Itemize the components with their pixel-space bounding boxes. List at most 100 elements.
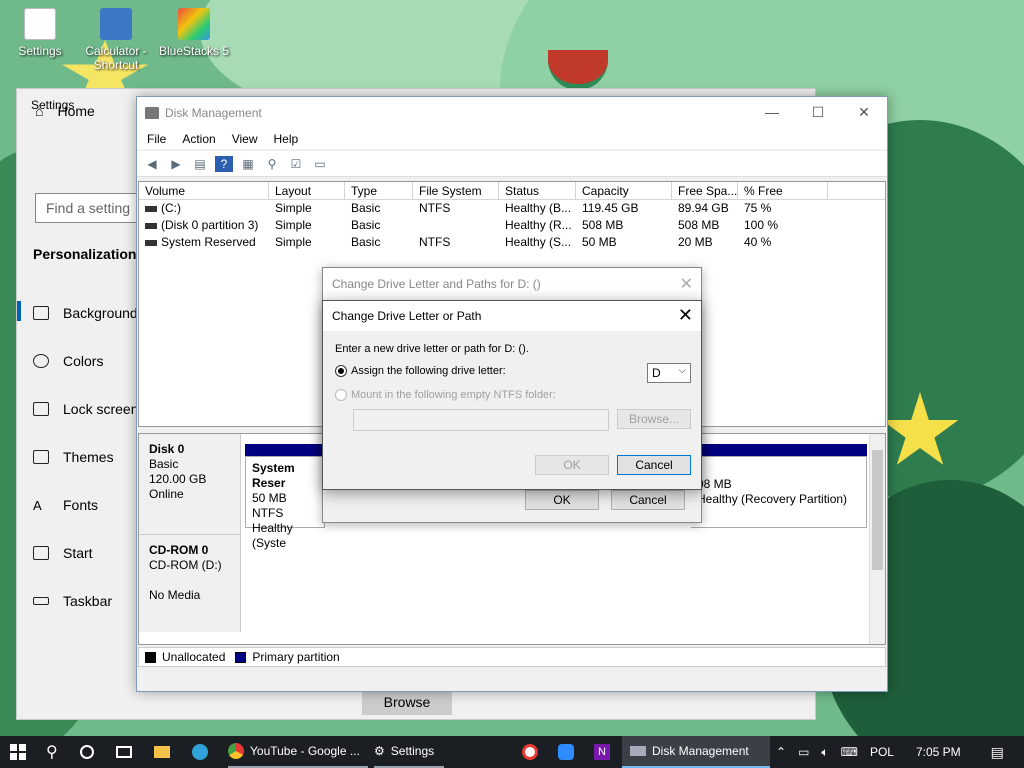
forward-arrow-icon[interactable]: ▶ <box>167 156 185 172</box>
task-view-icon[interactable] <box>116 736 132 768</box>
taskbar-app-settings[interactable]: ⚙ Settings <box>374 736 445 768</box>
search-icon[interactable]: ⚲ <box>46 736 58 768</box>
partition-recovery[interactable]: 08 MB Healthy (Recovery Partition) <box>691 456 867 528</box>
zoom-icon[interactable] <box>558 736 574 768</box>
chrome-icon <box>228 743 244 759</box>
volume-icon[interactable]: 🔈︎ <box>821 745 828 760</box>
table-row[interactable]: (C:) Simple Basic NTFS Healthy (B... 119… <box>139 200 885 217</box>
toolbar: ◀ ▶ ▤ ? ▦ ⚲ ☑ ▭ <box>137 151 887 177</box>
assign-letter-radio[interactable] <box>335 365 347 377</box>
connect-icon[interactable]: ⚲ <box>263 156 281 172</box>
menu-action[interactable]: Action <box>182 132 215 146</box>
help-icon[interactable]: ? <box>215 155 233 172</box>
paths-cancel-button[interactable]: Cancel <box>611 490 685 510</box>
selection-indicator <box>17 301 21 321</box>
table-row[interactable]: (Disk 0 partition 3) Simple Basic Health… <box>139 217 885 234</box>
col-file-system[interactable]: File System <box>413 182 499 199</box>
col-type[interactable]: Type <box>345 182 413 199</box>
settings-nav-start[interactable]: Start <box>33 545 93 561</box>
onenote-icon[interactable]: N <box>594 736 610 768</box>
themes-icon <box>33 450 49 464</box>
properties-icon[interactable]: ▤ <box>191 156 209 172</box>
settings-nav-taskbar[interactable]: Taskbar <box>33 593 112 609</box>
fonts-icon: A <box>33 497 42 513</box>
browse-button[interactable]: Browse... <box>617 409 691 429</box>
legend: Unallocated Primary partition <box>138 647 886 667</box>
windows-icon <box>10 744 26 760</box>
settings-nav-background[interactable]: Background <box>33 305 138 321</box>
dm-title-text: Disk Management <box>165 106 262 120</box>
desktop-icon-settings[interactable]: Settings <box>4 8 76 58</box>
taskbar-app-youtube[interactable]: YouTube - Google ... <box>228 736 368 768</box>
language-indicator[interactable]: POL <box>870 745 894 759</box>
keyboard-icon[interactable]: ⌨ <box>841 745 858 759</box>
list-icon[interactable]: ▦ <box>239 156 257 172</box>
col-status[interactable]: Status <box>499 182 576 199</box>
drive-letter-dialog: Change Drive Letter or Path ✕ Enter a ne… <box>322 300 702 490</box>
bluestacks-icon <box>178 8 210 40</box>
settings-icon <box>24 8 56 40</box>
chevron-up-icon[interactable]: ⌃ <box>776 745 786 759</box>
dialog-instruction: Enter a new drive letter or path for D: … <box>335 343 529 355</box>
menu-view[interactable]: View <box>232 132 258 146</box>
close-icon[interactable]: ✕ <box>678 305 693 326</box>
clock[interactable]: 7:05 PM <box>916 745 961 759</box>
check-icon[interactable]: ☑ <box>287 156 305 172</box>
settings-nav-lock-screen[interactable]: Lock screen <box>33 401 138 417</box>
record-icon[interactable] <box>522 736 538 768</box>
edge-icon[interactable] <box>192 736 208 768</box>
legend-primary-swatch <box>235 651 247 663</box>
desktop-icon-calculator[interactable]: Calculator - Shortcut <box>80 8 152 72</box>
start-button[interactable] <box>10 736 26 768</box>
close-button[interactable]: ✕ <box>841 97 887 127</box>
col-percent-free[interactable]: % Free <box>738 182 828 199</box>
menu-file[interactable]: File <box>147 132 166 146</box>
mount-folder-label: Mount in the following empty NTFS folder… <box>351 389 556 401</box>
minimize-button[interactable]: — <box>749 97 795 127</box>
taskbar: ⚲ YouTube - Google ... ⚙ Settings N Disk… <box>0 736 1024 768</box>
system-tray: ⌃ ▭ 🔈︎ ⌨ POL 7:05 PM ▤ <box>776 736 1004 768</box>
settings-list-icon[interactable]: ▭ <box>311 156 329 172</box>
chevron-down-icon: ⌵ <box>678 365 686 376</box>
disk0-name: Disk 0 <box>149 442 185 456</box>
disk-management-icon <box>630 746 646 756</box>
settings-section-title: Personalization <box>33 246 137 262</box>
desktop-icon-bluestacks[interactable]: BlueStacks 5 <box>158 8 230 58</box>
disk0-label[interactable]: Disk 0 Basic 120.00 GB Online <box>139 434 241 534</box>
col-layout[interactable]: Layout <box>269 182 345 199</box>
lock-screen-icon <box>33 402 49 416</box>
menu-help[interactable]: Help <box>274 132 299 146</box>
notification-icon[interactable]: ▤ <box>991 744 1004 761</box>
taskbar-app-disk-management[interactable]: Disk Management <box>622 736 770 768</box>
paths-ok-button[interactable]: OK <box>525 490 599 510</box>
settings-browse-button[interactable]: Browse <box>362 689 452 715</box>
file-explorer-icon[interactable] <box>154 736 170 768</box>
table-row[interactable]: System Reserved Simple Basic NTFS Health… <box>139 234 885 251</box>
assign-letter-label[interactable]: Assign the following drive letter: <box>351 365 506 377</box>
settings-nav-colors[interactable]: Colors <box>33 353 103 369</box>
settings-nav-fonts[interactable]: A Fonts <box>33 497 98 513</box>
col-volume[interactable]: Volume <box>139 182 269 199</box>
col-capacity[interactable]: Capacity <box>576 182 672 199</box>
cdrom-label[interactable]: CD-ROM 0 CD-ROM (D:) No Media <box>139 534 241 632</box>
disk-map-scrollbar[interactable] <box>869 434 885 644</box>
cortana-icon[interactable] <box>80 736 94 768</box>
folder-path-input[interactable] <box>353 409 609 431</box>
palette-icon <box>33 354 49 368</box>
back-arrow-icon[interactable]: ◀ <box>143 156 161 172</box>
maximize-button[interactable]: ☐ <box>795 97 841 127</box>
letter-cancel-button[interactable]: Cancel <box>617 455 691 475</box>
mount-folder-radio[interactable] <box>335 389 347 401</box>
close-icon[interactable]: ✕ <box>680 274 693 294</box>
partition-system-reserved[interactable]: System Reser 50 MB NTFS Healthy (Syste <box>245 456 325 550</box>
scroll-thumb[interactable] <box>872 450 883 570</box>
legend-unallocated: Unallocated <box>162 650 226 664</box>
col-free-space[interactable]: Free Spa... <box>672 182 738 199</box>
menu-bar: File Action View Help <box>137 129 887 149</box>
letter-ok-button[interactable]: OK <box>535 455 609 475</box>
settings-nav-themes[interactable]: Themes <box>33 449 114 465</box>
settings-home-link[interactable]: ⌂ Home <box>35 103 95 119</box>
drive-letter-select[interactable]: D ⌵ <box>647 363 691 383</box>
network-icon[interactable]: ▭ <box>798 745 809 759</box>
settings-search-input[interactable]: Find a setting <box>35 193 141 223</box>
